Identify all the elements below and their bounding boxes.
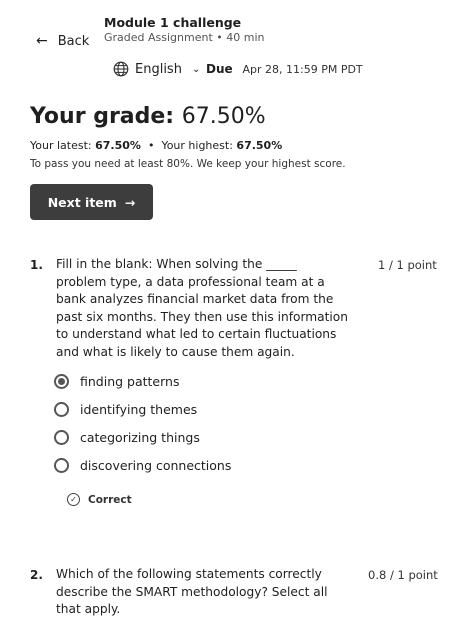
highest-label: Your highest: [161,139,233,152]
radio-unselected[interactable] [54,402,69,417]
chevron-down-icon: ⌄ [191,63,201,75]
grade-heading: Your grade: 67.50% [30,104,266,129]
pass-note: To pass you need at least 80%. We keep y… [30,158,346,170]
score-summary: Your latest: 67.50% • Your highest: 67.5… [30,139,282,152]
question-points: 0.8 / 1 point [368,568,438,582]
next-item-label: Next item [47,194,117,210]
grade-value: 67.50% [181,104,266,129]
arrow-right-icon: → [124,194,136,210]
latest-label: Your latest: [30,139,92,152]
result-label: Correct [88,493,132,506]
due-date: Apr 28, 11:59 PM PDT [242,63,363,76]
question-line: to understand what led to certain fluctu… [56,327,337,342]
option-finding-patterns[interactable]: finding patterns [54,374,179,389]
module-subtitle: Graded Assignment • 40 min [104,31,265,44]
check-icon: ✓ [67,493,80,506]
question-text: Which of the following statements correc… [56,566,328,619]
question-line: describe the SMART methodology? Select a… [56,584,328,599]
option-label: finding patterns [80,374,180,389]
globe-icon [113,61,129,77]
option-label: categorizing things [80,430,200,445]
question-line: bank analyzes financial market data from… [56,292,334,307]
option-categorizing-things[interactable]: categorizing things [54,430,200,445]
question-line: and what is likely to cause them again. [56,344,295,359]
option-identifying-themes[interactable]: identifying themes [54,402,197,417]
radio-unselected[interactable] [54,458,69,473]
question-line: Fill in the blank: When solving the ____… [56,257,297,271]
radio-unselected[interactable] [54,430,69,445]
option-discovering-connections[interactable]: discovering connections [54,458,231,473]
due-info: Due Apr 28, 11:59 PM PDT [206,62,363,76]
question-number: 1. [30,258,43,272]
option-label: discovering connections [80,458,232,473]
question-line: that apply. [56,602,121,617]
arrow-left-icon: ← [36,33,48,49]
question-line: problem type, a data professional team a… [56,274,325,289]
back-label: Back [57,33,90,49]
highest-value: 67.50% [236,139,283,152]
language-selector[interactable]: English ⌄ [113,61,200,77]
latest-value: 67.50% [95,139,141,152]
module-title: Module 1 challenge [104,15,242,30]
question-line: past six months. They then use this info… [56,309,348,324]
due-label: Due [206,62,233,76]
next-item-button[interactable]: Next item → [30,184,153,220]
separator: • [147,139,155,152]
question-points: 1 / 1 point [378,258,437,272]
language-label: English [135,61,182,77]
question-text: Fill in the blank: When solving the ____… [56,256,348,362]
question-number: 2. [30,568,43,582]
question-line: Which of the following statements correc… [56,567,322,581]
radio-selected[interactable] [54,374,69,389]
back-button[interactable]: ← Back [36,33,89,49]
result-status: ✓ Correct [67,493,132,506]
grade-label: Your grade: [30,104,175,129]
option-label: identifying themes [80,402,198,417]
